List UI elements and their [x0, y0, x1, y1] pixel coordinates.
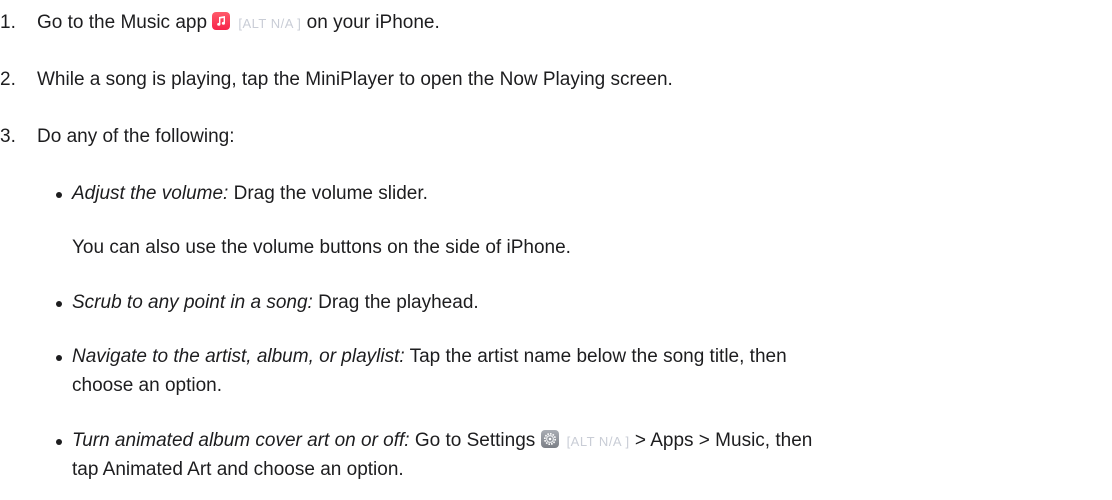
bullet-note: You can also use the volume buttons on t…: [72, 237, 571, 258]
step-text: While a song is playing, tap the MiniPla…: [37, 69, 673, 90]
bullet-term: Adjust the volume:: [72, 183, 229, 204]
bullet-dot: [56, 439, 62, 445]
gear-icon: [543, 433, 556, 445]
bullet-text: Turn animated album cover art on or off:…: [72, 429, 812, 454]
bullet-dot: [56, 301, 62, 307]
instructions-document: 1. Go to the Music app [ALT N/A ] on you…: [0, 0, 1112, 500]
bullet-desc: Drag the volume slider.: [233, 183, 428, 204]
step-text: Go to the Music app [ALT N/A ] on your i…: [37, 11, 440, 36]
bullet-desc: Drag the playhead.: [318, 292, 479, 313]
step-1-text-pre: Go to the Music app: [37, 12, 208, 33]
bullet-desc-pre: Go to Settings: [414, 430, 536, 451]
music-app-icon: [212, 12, 231, 30]
music-note-icon: [217, 16, 226, 26]
bullet-term: Turn animated album cover art on or off:: [72, 430, 410, 451]
alt-text-placeholder: [ALT N/A ]: [238, 16, 302, 31]
bullet-term: Navigate to the artist, album, or playli…: [72, 346, 405, 367]
step-1-text-post: on your iPhone.: [306, 12, 440, 33]
bullet-term: Scrub to any point in a song:: [72, 292, 313, 313]
bullet-dot: [56, 192, 62, 198]
step-text: Do any of the following:: [37, 126, 235, 147]
bullet-desc: Tap the artist name below the song title…: [409, 346, 787, 367]
bullet-desc-continued: choose an option.: [72, 375, 223, 396]
bullet-desc-post: > Apps > Music, then: [634, 430, 813, 451]
bullet-dot: [56, 355, 62, 361]
step-number: 3.: [0, 126, 16, 147]
settings-app-icon: [540, 430, 559, 448]
bullet-text: Scrub to any point in a song: Drag the p…: [72, 291, 479, 315]
alt-text-placeholder: [ALT N/A ]: [566, 434, 630, 449]
step-number: 1.: [0, 12, 16, 33]
bullet-text: Adjust the volume: Drag the volume slide…: [72, 182, 428, 206]
bullet-desc-continued: tap Animated Art and choose an option.: [72, 459, 404, 480]
step-number: 2.: [0, 69, 16, 90]
bullet-text: Navigate to the artist, album, or playli…: [72, 345, 787, 369]
